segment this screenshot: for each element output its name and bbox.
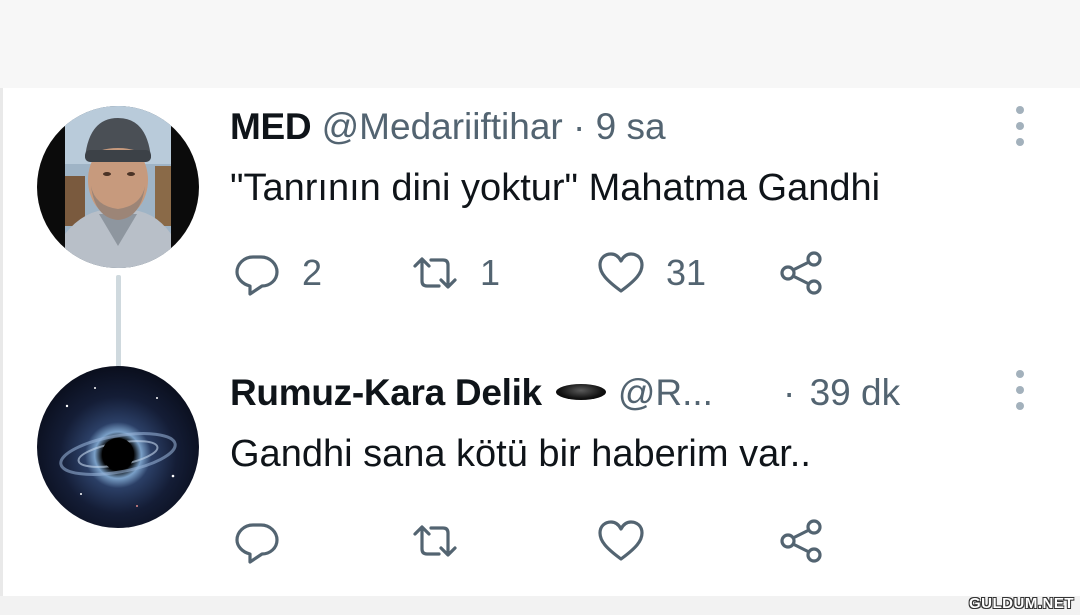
like-count: 31 [666, 252, 707, 293]
share-icon [780, 251, 822, 295]
timestamp[interactable]: 39 dk [810, 372, 901, 413]
more-vertical-icon[interactable] [1010, 370, 1030, 410]
tweet-text: "Tanrının dini yoktur" Mahatma Gandhi [230, 167, 881, 209]
retweet-button[interactable]: 1 [410, 248, 500, 298]
black-hole-emoji-icon [555, 384, 606, 401]
tweet-header: Rumuz-Kara Delik @R... · 39 dk [230, 371, 900, 415]
share-button[interactable] [776, 248, 826, 298]
heart-icon [598, 252, 644, 293]
avatar-photo [37, 106, 199, 268]
thread-connector [116, 275, 121, 369]
share-button[interactable] [776, 516, 826, 566]
retweet-button[interactable] [410, 516, 460, 566]
action-bar: 2 1 31 [232, 248, 872, 298]
reply-icon [235, 523, 279, 564]
reply-button[interactable]: 2 [232, 248, 322, 298]
share-icon [780, 519, 822, 563]
timestamp[interactable]: 9 sa [596, 106, 666, 147]
action-bar [232, 516, 872, 566]
display-name[interactable]: MED [230, 106, 312, 147]
avatar-med[interactable] [37, 106, 199, 268]
watermark: GULDUM.NET [969, 595, 1074, 612]
display-name[interactable]: Rumuz-Kara Delik [230, 372, 542, 413]
tweet-text: Gandhi sana kötü bir haberim var.. [230, 433, 811, 475]
top-bar [0, 0, 1080, 88]
retweet-count: 1 [480, 252, 501, 293]
bottom-bar [0, 596, 1080, 615]
handle[interactable]: @R... [618, 372, 713, 413]
tweet-reply[interactable]: Rumuz-Kara Delik @R... · 39 dk Gandhi sana… [0, 366, 1080, 596]
retweet-icon [413, 257, 457, 289]
tweet-original[interactable]: MED @Medariiftihar · 9 sa "Tanrının dini… [0, 88, 1080, 370]
like-button[interactable] [596, 516, 646, 566]
reply-button[interactable] [232, 516, 282, 566]
reply-count: 2 [302, 252, 323, 293]
avatar-blackhole-image [37, 366, 199, 528]
retweet-icon [413, 525, 457, 557]
dot-separator: · [782, 372, 796, 413]
dot-separator: · [573, 106, 586, 147]
handle[interactable]: @Medariiftihar [322, 106, 563, 147]
heart-icon [598, 520, 644, 561]
like-button[interactable]: 31 [596, 248, 706, 298]
avatar-kara-delik[interactable] [37, 366, 199, 528]
reply-icon [235, 255, 279, 296]
more-vertical-icon[interactable] [1010, 106, 1030, 146]
tweet-header: MED @Medariiftihar · 9 sa [230, 105, 666, 149]
